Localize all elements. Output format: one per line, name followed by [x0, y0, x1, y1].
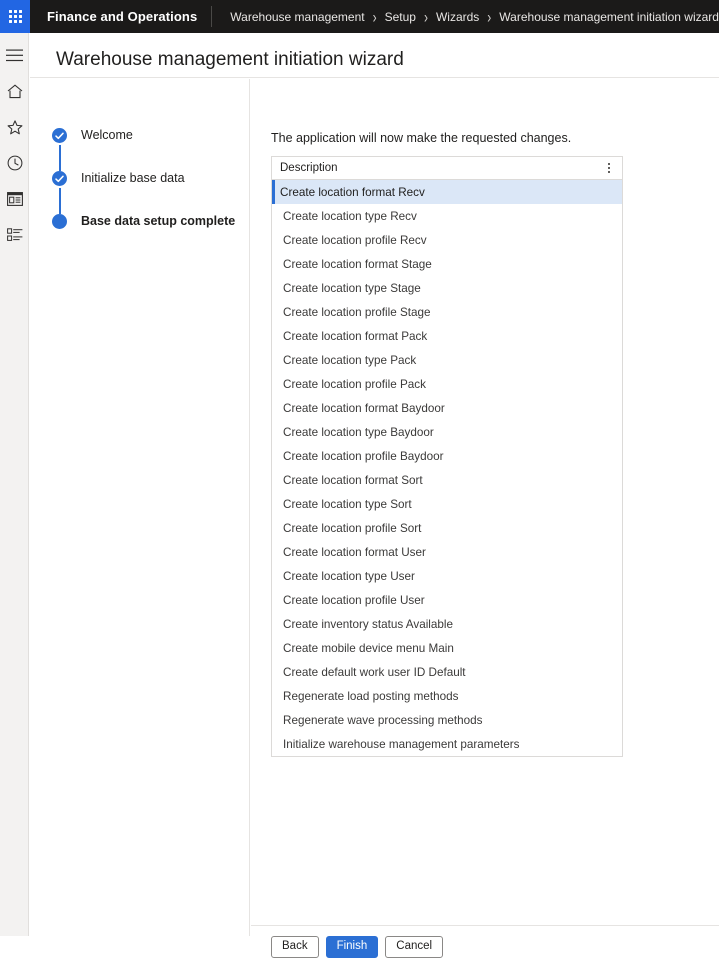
step-marker: [52, 128, 67, 143]
workspace-icon[interactable]: [0, 181, 29, 217]
wizard-step-label: Welcome: [81, 127, 133, 143]
grid-row[interactable]: Create location profile User: [272, 588, 622, 612]
breadcrumb-item-warehouse-management[interactable]: Warehouse management: [230, 10, 364, 24]
page-title: Warehouse management initiation wizard: [30, 33, 719, 71]
grid-body: Create location format RecvCreate locati…: [272, 180, 622, 756]
step-connector: [59, 188, 61, 214]
grid-row[interactable]: Create location type Stage: [272, 276, 622, 300]
chevron-right-icon: ›: [424, 10, 428, 24]
filled-circle-icon: [52, 214, 67, 229]
grid-row[interactable]: Initialize warehouse management paramete…: [272, 732, 622, 756]
grid-header: Description: [272, 157, 622, 180]
wizard-content-pane: The application will now make the reques…: [251, 79, 719, 936]
hamburger-menu-icon[interactable]: [0, 37, 29, 73]
grid-row[interactable]: Create location format Baydoor: [272, 396, 622, 420]
grid-row[interactable]: Regenerate load posting methods: [272, 684, 622, 708]
grid-row[interactable]: Create location profile Stage: [272, 300, 622, 324]
chevron-right-icon: ›: [373, 10, 377, 24]
wizard-footer: Back Finish Cancel: [271, 936, 443, 958]
wizard-step-panel: Welcome Initialize base data Base data s…: [30, 79, 250, 936]
grid-row[interactable]: Create location format Recv: [272, 180, 622, 204]
grid-row[interactable]: Create location profile Sort: [272, 516, 622, 540]
grid-row[interactable]: Create location type User: [272, 564, 622, 588]
step-connector: [59, 145, 61, 171]
grid-row[interactable]: Create location profile Recv: [272, 228, 622, 252]
intro-text: The application will now make the reques…: [251, 79, 719, 145]
grid-row[interactable]: Create location type Recv: [272, 204, 622, 228]
footer-divider: [251, 925, 719, 926]
breadcrumb-item-wizards[interactable]: Wizards: [436, 10, 479, 24]
grid-row[interactable]: Create inventory status Available: [272, 612, 622, 636]
step-marker: [52, 214, 67, 229]
wizard-step-label: Initialize base data: [81, 170, 185, 186]
app-launcher-waffle-icon[interactable]: [0, 0, 30, 33]
home-icon[interactable]: [0, 73, 29, 109]
title-divider: [30, 77, 719, 78]
changes-grid: Description Create location format RecvC…: [271, 156, 623, 757]
wizard-step-label: Base data setup complete: [81, 213, 235, 229]
grid-row[interactable]: Create mobile device menu Main: [272, 636, 622, 660]
grid-row[interactable]: Create location type Pack: [272, 348, 622, 372]
vertical-ellipsis-icon[interactable]: [602, 159, 616, 177]
grid-row[interactable]: Create location profile Pack: [272, 372, 622, 396]
step-marker: [52, 171, 67, 186]
check-circle-icon: [52, 128, 67, 143]
list-details-icon[interactable]: [0, 217, 29, 253]
grid-row[interactable]: Create location type Baydoor: [272, 420, 622, 444]
breadcrumb: Warehouse management › Setup › Wizards ›…: [212, 10, 719, 24]
breadcrumb-item-setup[interactable]: Setup: [385, 10, 416, 24]
page-container: Warehouse management initiation wizard W…: [30, 33, 719, 936]
check-circle-icon: [52, 171, 67, 186]
column-header-description[interactable]: Description: [280, 162, 338, 174]
grid-row[interactable]: Create location format User: [272, 540, 622, 564]
grid-row[interactable]: Create location type Sort: [272, 492, 622, 516]
grid-row[interactable]: Create default work user ID Default: [272, 660, 622, 684]
back-button[interactable]: Back: [271, 936, 319, 958]
clock-icon[interactable]: [0, 145, 29, 181]
app-title[interactable]: Finance and Operations: [30, 9, 211, 24]
wizard-step-welcome[interactable]: Welcome: [30, 127, 249, 170]
grid-row[interactable]: Create location format Sort: [272, 468, 622, 492]
waffle-dots: [9, 10, 22, 23]
finish-button[interactable]: Finish: [326, 936, 379, 958]
breadcrumb-item-current: Warehouse management initiation wizard: [499, 10, 719, 24]
grid-row[interactable]: Regenerate wave processing methods: [272, 708, 622, 732]
wizard-step-base-data-setup-complete[interactable]: Base data setup complete: [30, 213, 249, 256]
left-navigation-rail: [0, 33, 29, 936]
cancel-button[interactable]: Cancel: [385, 936, 443, 958]
wizard-step-initialize-base-data[interactable]: Initialize base data: [30, 170, 249, 213]
top-navigation-bar: Finance and Operations Warehouse managem…: [0, 0, 719, 33]
grid-row[interactable]: Create location format Stage: [272, 252, 622, 276]
grid-row[interactable]: Create location format Pack: [272, 324, 622, 348]
star-icon[interactable]: [0, 109, 29, 145]
chevron-right-icon: ›: [487, 10, 491, 24]
grid-row[interactable]: Create location profile Baydoor: [272, 444, 622, 468]
